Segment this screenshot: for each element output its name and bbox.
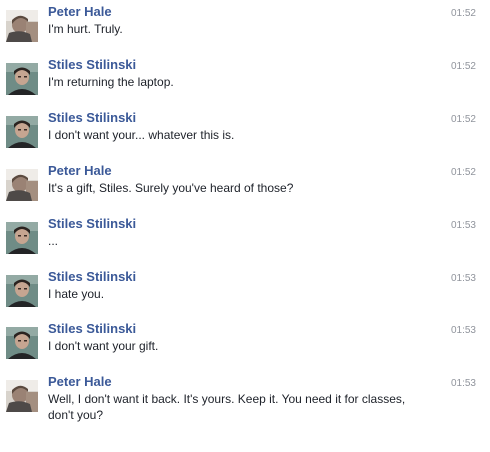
chat-thread: Peter Hale I'm hurt. Truly. 01:52 Stiles…	[0, 0, 490, 452]
message-timestamp: 01:52	[450, 61, 476, 72]
message-text: ...	[48, 234, 59, 248]
stiles-avatar[interactable]	[6, 275, 38, 307]
message-text: Well, I don't want it back. It's yours. …	[48, 392, 406, 422]
message-text: I'm returning the laptop.	[48, 75, 174, 89]
sender-name[interactable]: Peter Hale	[48, 163, 112, 178]
sender-name[interactable]: Stiles Stilinski	[48, 110, 136, 125]
peter-avatar[interactable]	[6, 380, 38, 412]
sender-name[interactable]: Stiles Stilinski	[48, 321, 136, 336]
message-timestamp: 01:52	[450, 167, 476, 178]
message-text: I don't want your gift.	[48, 339, 159, 353]
stiles-avatar[interactable]	[6, 222, 38, 254]
message-timestamp: 01:53	[450, 378, 476, 389]
message-text: It's a gift, Stiles. Surely you've heard…	[48, 181, 294, 195]
message-text: I don't want your... whatever this is.	[48, 128, 235, 142]
sender-name[interactable]: Stiles Stilinski	[48, 216, 136, 231]
message-timestamp: 01:53	[450, 220, 476, 231]
sender-name[interactable]: Peter Hale	[48, 374, 112, 389]
message-text: I'm hurt. Truly.	[48, 22, 123, 36]
message-timestamp: 01:53	[450, 273, 476, 284]
stiles-avatar[interactable]	[6, 116, 38, 148]
stiles-avatar[interactable]	[6, 327, 38, 359]
sender-name[interactable]: Peter Hale	[48, 4, 112, 19]
stiles-avatar[interactable]	[6, 63, 38, 95]
message-timestamp: 01:52	[450, 8, 476, 19]
message-text: I hate you.	[48, 287, 105, 301]
peter-avatar[interactable]	[6, 10, 38, 42]
sender-name[interactable]: Stiles Stilinski	[48, 57, 136, 72]
sender-name[interactable]: Stiles Stilinski	[48, 269, 136, 284]
message-timestamp: 01:53	[450, 325, 476, 336]
message-timestamp: 01:52	[450, 114, 476, 125]
peter-avatar[interactable]	[6, 169, 38, 201]
